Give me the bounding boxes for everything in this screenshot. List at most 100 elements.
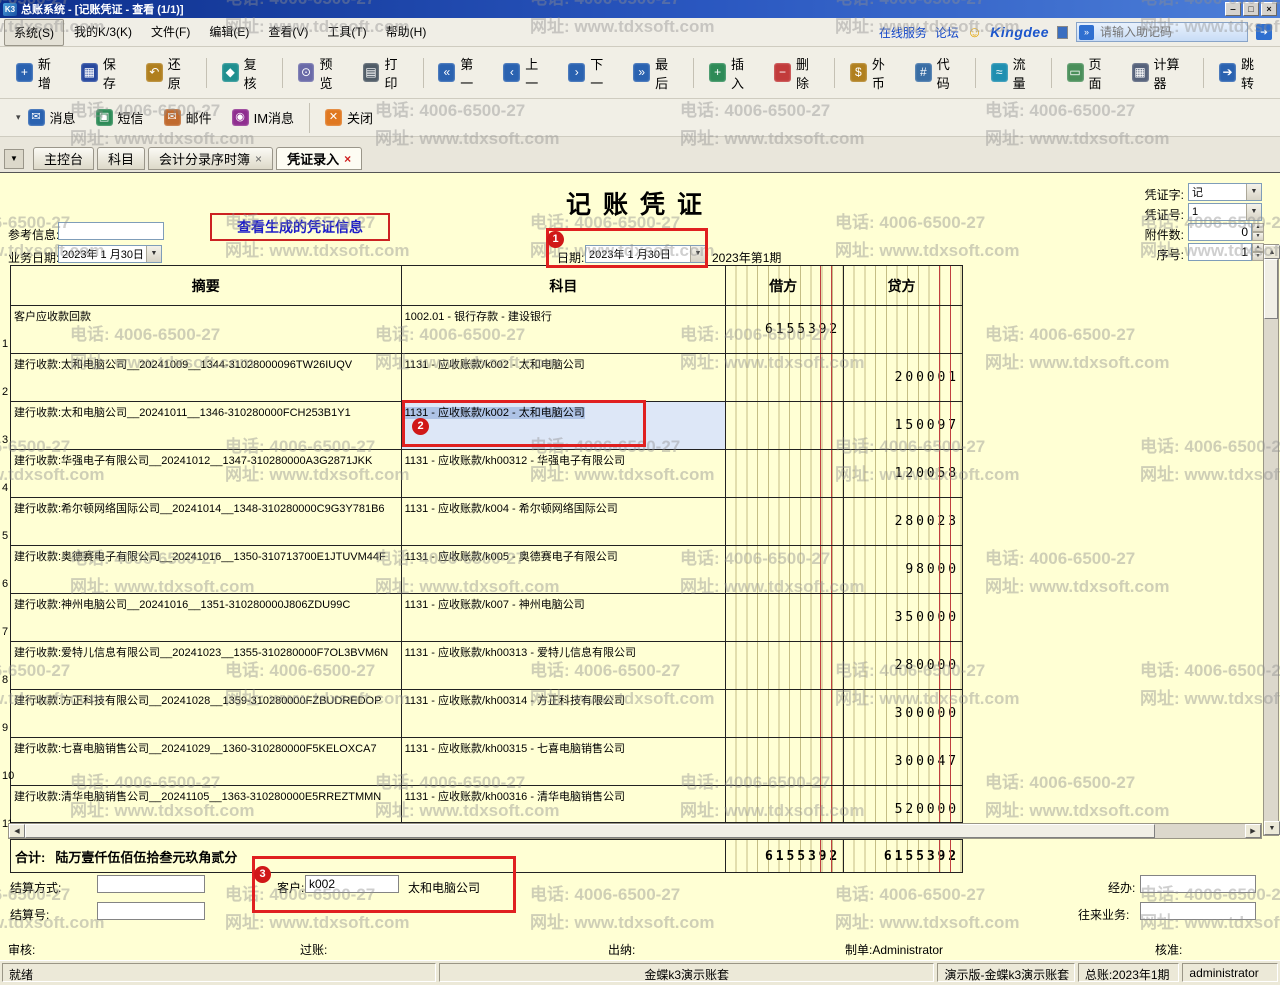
account-cell[interactable]: 1131 - 应收账款/kh00315 - 七喜电脑销售公司: [402, 738, 727, 785]
last-button[interactable]: »最后: [623, 47, 688, 99]
summary-cell[interactable]: 建行收款:奥德赛电子有限公司__20241016__1350-310713700…: [11, 546, 402, 593]
horizontal-scroll-thumb[interactable]: [25, 824, 1155, 838]
delete-button[interactable]: −删除: [764, 47, 829, 99]
view-voucher-info-button[interactable]: 查看生成的凭证信息: [210, 213, 390, 241]
summary-cell[interactable]: 建行收款:清华电脑销售公司__20241105__1363-310280000E…: [11, 786, 402, 822]
smiley-icon[interactable]: ☺: [967, 25, 982, 40]
debit-cell[interactable]: [726, 738, 844, 785]
debit-cell[interactable]: [726, 402, 844, 449]
account-cell[interactable]: 1131 - 应收账款/k005 - 奥德赛电子有限公司: [402, 546, 727, 593]
menu-item-2[interactable]: 文件(F): [142, 19, 199, 46]
review-button[interactable]: ◆复核: [212, 47, 277, 99]
summary-cell[interactable]: 客户应收款回款: [11, 306, 402, 353]
credit-cell[interactable]: 280000: [844, 642, 962, 689]
message-button[interactable]: ▾✉消息: [6, 101, 86, 134]
debit-cell[interactable]: [726, 642, 844, 689]
chevron-down-icon[interactable]: ▼: [146, 246, 161, 262]
chevron-down-icon[interactable]: ▼: [1246, 204, 1261, 220]
summary-cell[interactable]: 建行收款:爱特儿信息有限公司__20241023__1355-310280000…: [11, 642, 402, 689]
account-cell[interactable]: 1131 - 应收账款/k002 - 太和电脑公司: [402, 402, 727, 449]
settle-no-input[interactable]: [97, 902, 205, 920]
debit-cell[interactable]: [726, 354, 844, 401]
summary-cell[interactable]: 建行收款:希尔顿网络国际公司__20241014__1348-310280000…: [11, 498, 402, 545]
credit-cell[interactable]: 120058: [844, 450, 962, 497]
forum-link[interactable]: 论坛: [935, 24, 959, 41]
summary-cell[interactable]: 建行收款:神州电脑公司__20241016__1351-310280000J80…: [11, 594, 402, 641]
sequence-input[interactable]: [1188, 243, 1252, 261]
chevron-down-icon[interactable]: ▼: [690, 246, 705, 262]
business-input[interactable]: [1140, 902, 1256, 920]
credit-cell[interactable]: [844, 306, 962, 353]
operator-input[interactable]: [1140, 875, 1256, 893]
tab-accounts[interactable]: 科目: [97, 147, 145, 170]
new-button[interactable]: +新增: [6, 47, 71, 99]
credit-cell[interactable]: 300047: [844, 738, 962, 785]
spin-down-icon[interactable]: ▼: [1252, 232, 1264, 241]
next-button[interactable]: ›下一: [558, 47, 623, 99]
account-cell[interactable]: 1131 - 应收账款/kh00314 - 方正科技有限公司: [402, 690, 727, 737]
foreign-currency-button[interactable]: $外币: [840, 47, 905, 99]
summary-cell[interactable]: 建行收款:太和电脑公司__20241009__1344-31028000096T…: [11, 354, 402, 401]
mnemonic-input[interactable]: [1098, 24, 1208, 40]
maximize-icon[interactable]: □: [1243, 2, 1259, 16]
scroll-up-icon[interactable]: ▲: [1264, 245, 1280, 259]
page-button[interactable]: ▭页面: [1057, 47, 1122, 99]
credit-cell[interactable]: 280023: [844, 498, 962, 545]
biz-date-combo[interactable]: 2023年 1 月30日 ▼: [58, 245, 162, 263]
account-cell[interactable]: 1002.01 - 银行存款 - 建设银行: [402, 306, 727, 353]
first-button[interactable]: «第一: [428, 47, 493, 99]
calculator-button[interactable]: ▦计算器: [1122, 47, 1199, 99]
debit-cell[interactable]: [726, 690, 844, 737]
debit-cell[interactable]: [726, 594, 844, 641]
ref-info-input[interactable]: [58, 222, 164, 240]
tab-close-icon[interactable]: ×: [344, 153, 351, 165]
save-button[interactable]: ▦保存: [71, 47, 136, 99]
sms-button[interactable]: ▣短信: [86, 101, 154, 134]
scroll-left-icon[interactable]: ◀: [9, 824, 25, 838]
credit-cell[interactable]: 98000: [844, 546, 962, 593]
menu-item-5[interactable]: 工具(T): [318, 19, 375, 46]
spin-up-icon[interactable]: ▲: [1252, 223, 1264, 232]
voucher-no-combo[interactable]: 1 ▼: [1188, 203, 1262, 221]
flow-button[interactable]: ≈流量: [981, 47, 1046, 99]
credit-cell[interactable]: 150097: [844, 402, 962, 449]
menu-item-1[interactable]: 我的K/3(K): [65, 19, 141, 46]
credit-cell[interactable]: 300000: [844, 690, 962, 737]
online-service-link[interactable]: 在线服务: [879, 24, 927, 41]
account-cell[interactable]: 1131 - 应收账款/k004 - 希尔顿网络国际公司: [402, 498, 727, 545]
summary-cell[interactable]: 建行收款:方正科技有限公司__20241028__1359-310280000F…: [11, 690, 402, 737]
account-cell[interactable]: 1131 - 应收账款/kh00316 - 清华电脑销售公司: [402, 786, 727, 822]
debit-cell[interactable]: [726, 498, 844, 545]
tab-close-icon[interactable]: ×: [255, 153, 262, 165]
credit-cell[interactable]: 520000: [844, 786, 962, 822]
menu-item-4[interactable]: 查看(V): [259, 19, 317, 46]
preview-button[interactable]: ⊙预览: [288, 47, 353, 99]
debit-cell[interactable]: 6155392: [726, 306, 844, 353]
vertical-scrollbar[interactable]: ▲ ▼: [1263, 244, 1279, 836]
debit-cell[interactable]: [726, 786, 844, 822]
minimize-icon[interactable]: ‒: [1225, 2, 1241, 16]
credit-cell[interactable]: 200001: [844, 354, 962, 401]
im-message-button[interactable]: ◉IM消息: [222, 101, 304, 134]
tab-dropdown-icon[interactable]: ▼: [4, 149, 24, 169]
print-button[interactable]: ▤打印: [353, 47, 418, 99]
insert-button[interactable]: +插入: [699, 47, 764, 99]
settle-method-input[interactable]: [97, 875, 205, 893]
horizontal-scroll-track[interactable]: [1155, 824, 1245, 838]
close-button[interactable]: ✕关闭: [315, 101, 383, 134]
tab-voucher-entry[interactable]: 凭证录入×: [276, 147, 362, 170]
attachments-spinner[interactable]: ▲▼: [1252, 223, 1264, 241]
customer-code-input[interactable]: [305, 875, 399, 893]
code-button[interactable]: #代码: [905, 47, 970, 99]
account-cell[interactable]: 1131 - 应收账款/k007 - 神州电脑公司: [402, 594, 727, 641]
debit-cell[interactable]: [726, 546, 844, 593]
chevron-down-icon[interactable]: ▾: [16, 112, 21, 123]
tab-main-console[interactable]: 主控台: [33, 147, 94, 170]
scroll-right-icon[interactable]: ▶: [1245, 824, 1261, 838]
account-cell[interactable]: 1131 - 应收账款/kh00313 - 爱特儿信息有限公司: [402, 642, 727, 689]
account-cell[interactable]: 1131 - 应收账款/kh00312 - 华强电子有限公司: [402, 450, 727, 497]
close-icon[interactable]: ×: [1261, 2, 1277, 16]
attachments-input[interactable]: [1188, 223, 1252, 241]
scroll-down-icon[interactable]: ▼: [1264, 821, 1280, 835]
tab-journal-sequence[interactable]: 会计分录序时簿×: [148, 147, 273, 170]
